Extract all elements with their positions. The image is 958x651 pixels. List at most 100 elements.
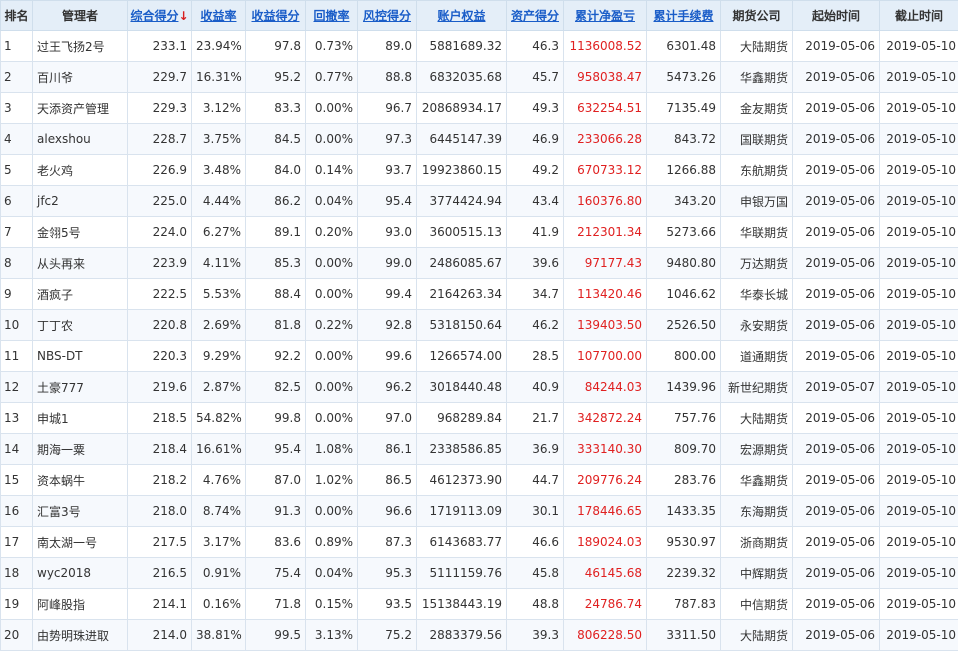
equity-cell: 4612373.90 [417,465,507,496]
drawdown-cell: 0.00% [306,496,358,527]
asset-score-cell: 45.7 [507,62,564,93]
equity-cell: 3774424.94 [417,186,507,217]
header-return-score[interactable]: 收益得分 [246,1,306,31]
sort-cum-pnl-link[interactable]: 累计净盈亏 [575,9,635,23]
sort-risk-score-link[interactable]: 风控得分 [363,9,411,23]
cum-fee-cell: 757.76 [647,403,721,434]
total-score-cell: 233.1 [128,31,192,62]
sort-total-score-link[interactable]: 综合得分 [130,9,178,23]
table-header: 排名 管理者 综合得分↓ 收益率 收益得分 回撤率 风控得分 账户权益 资产得分… [1,1,958,31]
total-score-cell: 225.0 [128,186,192,217]
table-row: 9酒疯子222.55.53%88.40.00%99.42164263.3434.… [1,279,958,310]
manager-cell: 百川爷 [33,62,128,93]
rank-cell: 4 [1,124,33,155]
start-time-cell: 2019-05-06 [793,527,880,558]
total-score-cell: 218.4 [128,434,192,465]
cum-pnl-cell: 342872.24 [564,403,647,434]
manager-cell: NBS-DT [33,341,128,372]
asset-score-cell: 34.7 [507,279,564,310]
cum-pnl-cell: 178446.65 [564,496,647,527]
header-equity[interactable]: 账户权益 [417,1,507,31]
start-time-cell: 2019-05-06 [793,248,880,279]
header-drawdown[interactable]: 回撤率 [306,1,358,31]
return-score-cell: 81.8 [246,310,306,341]
risk-score-cell: 96.2 [358,372,417,403]
sort-equity-link[interactable]: 账户权益 [437,9,485,23]
total-score-cell: 216.5 [128,558,192,589]
company-cell: 华鑫期货 [721,465,793,496]
rank-cell: 3 [1,93,33,124]
header-cum-fee[interactable]: 累计手续费 [647,1,721,31]
equity-cell: 2164263.34 [417,279,507,310]
cum-fee-cell: 9480.80 [647,248,721,279]
table-row: 18wyc2018216.50.91%75.40.04%95.35111159.… [1,558,958,589]
asset-score-cell: 46.6 [507,527,564,558]
start-time-cell: 2019-05-06 [793,310,880,341]
return-rate-cell: 3.48% [192,155,246,186]
risk-score-cell: 93.7 [358,155,417,186]
header-return-rate[interactable]: 收益率 [192,1,246,31]
manager-cell: wyc2018 [33,558,128,589]
cum-pnl-cell: 160376.80 [564,186,647,217]
sort-asset-score-link[interactable]: 资产得分 [511,9,559,23]
table-row: 11NBS-DT220.39.29%92.20.00%99.61266574.0… [1,341,958,372]
header-cum-pnl[interactable]: 累计净盈亏 [564,1,647,31]
equity-cell: 19923860.15 [417,155,507,186]
table-row: 15资本蜗牛218.24.76%87.01.02%86.54612373.904… [1,465,958,496]
manager-cell: alexshou [33,124,128,155]
return-rate-cell: 8.74% [192,496,246,527]
cum-fee-cell: 2526.50 [647,310,721,341]
asset-score-cell: 43.4 [507,186,564,217]
return-score-cell: 82.5 [246,372,306,403]
cum-pnl-cell: 233066.28 [564,124,647,155]
drawdown-cell: 0.00% [306,93,358,124]
header-asset-score[interactable]: 资产得分 [507,1,564,31]
sort-drawdown-link[interactable]: 回撤率 [313,9,349,23]
start-time-cell: 2019-05-06 [793,341,880,372]
header-risk-score[interactable]: 风控得分 [358,1,417,31]
sort-return-score-link[interactable]: 收益得分 [251,9,299,23]
risk-score-cell: 93.0 [358,217,417,248]
end-time-cell: 2019-05-10 [880,186,958,217]
cum-fee-cell: 1266.88 [647,155,721,186]
sort-cum-fee-link[interactable]: 累计手续费 [653,9,713,23]
risk-score-cell: 95.3 [358,558,417,589]
equity-cell: 5111159.76 [417,558,507,589]
table-row: 4alexshou228.73.75%84.50.00%97.36445147.… [1,124,958,155]
cum-fee-cell: 7135.49 [647,93,721,124]
start-time-cell: 2019-05-06 [793,558,880,589]
total-score-cell: 217.5 [128,527,192,558]
equity-cell: 2486085.67 [417,248,507,279]
asset-score-cell: 45.8 [507,558,564,589]
company-cell: 申银万国 [721,186,793,217]
table-row: 5老火鸡226.93.48%84.00.14%93.719923860.1549… [1,155,958,186]
end-time-cell: 2019-05-10 [880,155,958,186]
asset-score-cell: 49.2 [507,155,564,186]
company-cell: 宏源期货 [721,434,793,465]
return-score-cell: 75.4 [246,558,306,589]
start-time-cell: 2019-05-06 [793,496,880,527]
total-score-cell: 219.6 [128,372,192,403]
start-time-cell: 2019-05-06 [793,403,880,434]
risk-score-cell: 95.4 [358,186,417,217]
header-total-score[interactable]: 综合得分↓ [128,1,192,31]
equity-cell: 6832035.68 [417,62,507,93]
cum-fee-cell: 343.20 [647,186,721,217]
return-rate-cell: 4.76% [192,465,246,496]
cum-pnl-cell: 958038.47 [564,62,647,93]
cum-pnl-cell: 113420.46 [564,279,647,310]
rank-cell: 13 [1,403,33,434]
manager-cell: 过王飞扬2号 [33,31,128,62]
sort-desc-arrow-icon[interactable]: ↓ [178,9,188,23]
start-time-cell: 2019-05-06 [793,434,880,465]
return-rate-cell: 3.17% [192,527,246,558]
rank-cell: 16 [1,496,33,527]
header-company: 期货公司 [721,1,793,31]
return-rate-cell: 2.87% [192,372,246,403]
sort-return-rate-link[interactable]: 收益率 [200,9,236,23]
start-time-cell: 2019-05-06 [793,186,880,217]
header-rank: 排名 [1,1,33,31]
drawdown-cell: 0.14% [306,155,358,186]
table-body: 1过王飞扬2号233.123.94%97.80.73%89.05881689.3… [1,31,958,651]
cum-fee-cell: 1433.35 [647,496,721,527]
